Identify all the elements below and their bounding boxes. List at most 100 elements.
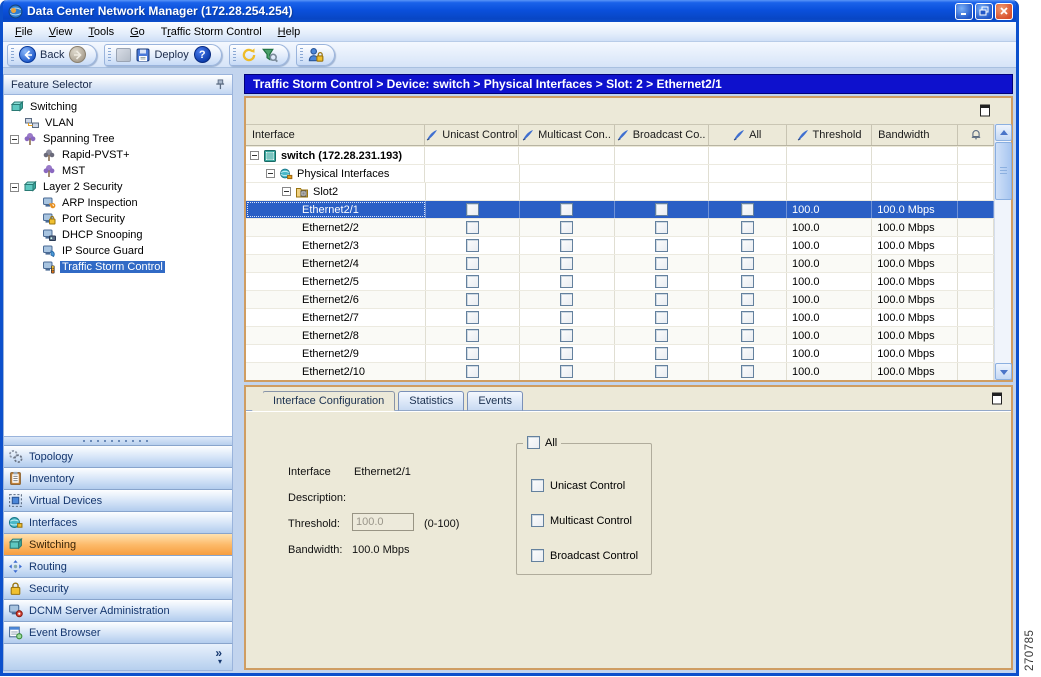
tree-expander[interactable] [10, 134, 19, 144]
multicast-checkbox[interactable] [560, 329, 574, 342]
threshold-input[interactable] [352, 513, 414, 531]
maximize-detail-panel-icon[interactable] [991, 392, 1003, 405]
help-button[interactable]: ? [193, 46, 211, 63]
all-checkbox[interactable] [740, 347, 754, 360]
unicast-checkbox[interactable] [465, 203, 479, 216]
restore-button[interactable] [975, 2, 993, 20]
panel-splitter[interactable] [3, 437, 233, 445]
all-checkbox[interactable] [740, 275, 754, 288]
menu-help[interactable]: Help [270, 24, 309, 40]
table-scrollbar[interactable] [994, 124, 1012, 380]
multicast-checkbox[interactable] [560, 347, 574, 360]
feature-tree-item-traffic-storm-control[interactable]: Traffic Storm Control [4, 259, 232, 275]
interface-row-ethernet2-2[interactable]: Ethernet2/2 100.0 100.0 Mbps [246, 219, 994, 237]
unicast-checkbox[interactable] [465, 329, 479, 342]
column-header-threshold[interactable]: Threshold [787, 125, 873, 145]
nav-item-switching[interactable]: Switching [4, 533, 232, 555]
interface-row-ethernet2-8[interactable]: Ethernet2/8 100.0 100.0 Mbps [246, 327, 994, 345]
feature-tree-item-ip-source-guard[interactable]: IP Source Guard [4, 243, 232, 259]
nav-item-inventory[interactable]: Inventory [4, 467, 232, 489]
close-button[interactable] [995, 2, 1013, 20]
broadcast-checkbox[interactable] [654, 365, 668, 378]
all-checkbox[interactable] [740, 365, 754, 378]
unicast-checkbox[interactable] [465, 293, 479, 306]
column-header-broadcast-co[interactable]: Broadcast Co.. [615, 125, 709, 145]
all-checkbox[interactable] [740, 203, 754, 216]
multicast-control-checkbox[interactable] [531, 514, 544, 527]
table-tree-row[interactable]: Physical Interfaces [246, 165, 994, 183]
toolbar-grip[interactable] [232, 47, 236, 62]
all-checkbox[interactable] [740, 257, 754, 270]
scroll-up-button[interactable] [995, 124, 1012, 141]
all-checkbox[interactable] [527, 436, 540, 449]
nav-item-dcnm-server-administration[interactable]: DCNM Server Administration [4, 599, 232, 621]
feature-tree-item-mst[interactable]: MST [4, 163, 232, 179]
unicast-checkbox[interactable] [465, 347, 479, 360]
tree-expander[interactable] [282, 187, 291, 196]
user-lock-icon[interactable] [308, 47, 324, 63]
interface-row-ethernet2-3[interactable]: Ethernet2/3 100.0 100.0 Mbps [246, 237, 994, 255]
multicast-checkbox[interactable] [560, 311, 574, 324]
interface-row-ethernet2-5[interactable]: Ethernet2/5 100.0 100.0 Mbps [246, 273, 994, 291]
nav-item-interfaces[interactable]: Interfaces [4, 511, 232, 533]
unicast-checkbox[interactable] [465, 257, 479, 270]
forward-button[interactable] [69, 46, 87, 63]
broadcast-checkbox[interactable] [654, 329, 668, 342]
all-checkbox[interactable] [740, 329, 754, 342]
nav-item-security[interactable]: Security [4, 577, 232, 599]
tree-expander[interactable] [250, 151, 259, 160]
nav-item-event-browser[interactable]: Event Browser [4, 621, 232, 643]
feature-tree-item-rapid-pvst[interactable]: Rapid-PVST+ [4, 147, 232, 163]
menu-traffic-storm-control[interactable]: Traffic Storm Control [153, 24, 270, 40]
all-checkbox[interactable] [740, 239, 754, 252]
column-header-bandwidth[interactable]: Bandwidth [872, 125, 959, 145]
tree-expander[interactable] [266, 169, 275, 178]
interface-row-ethernet2-4[interactable]: Ethernet2/4 100.0 100.0 Mbps [246, 255, 994, 273]
minimize-button[interactable] [955, 2, 973, 20]
column-header-multicast-con[interactable]: Multicast Con.. [519, 125, 615, 145]
menu-go[interactable]: Go [122, 24, 153, 40]
tab-statistics[interactable]: Statistics [398, 391, 465, 411]
broadcast-checkbox[interactable] [654, 347, 668, 360]
filter-icon[interactable] [261, 47, 278, 63]
all-checkbox[interactable] [740, 293, 754, 306]
broadcast-checkbox[interactable] [654, 275, 668, 288]
back-button[interactable]: Back [19, 46, 64, 63]
deploy-button[interactable]: Deploy [136, 48, 189, 62]
maximize-panel-icon[interactable] [979, 104, 991, 117]
nav-item-topology[interactable]: Topology [4, 445, 232, 467]
unicast-checkbox[interactable] [465, 311, 479, 324]
feature-tree-item-port-security[interactable]: Port Security [4, 211, 232, 227]
broadcast-checkbox[interactable] [654, 257, 668, 270]
tab-events[interactable]: Events [467, 391, 523, 411]
toolbar-grip[interactable] [11, 47, 14, 62]
feature-tree-item-spanning-tree[interactable]: Spanning Tree [4, 131, 232, 147]
column-header-alarm[interactable] [958, 125, 994, 145]
nav-item-virtual-devices[interactable]: Virtual Devices [4, 489, 232, 511]
unicast-checkbox[interactable] [465, 239, 479, 252]
nav-item-routing[interactable]: Routing [4, 555, 232, 577]
feature-tree-item-vlan[interactable]: VLAN [4, 115, 232, 131]
multicast-checkbox[interactable] [560, 293, 574, 306]
multicast-checkbox[interactable] [560, 365, 574, 378]
multicast-checkbox[interactable] [560, 221, 574, 234]
pin-icon[interactable] [214, 79, 225, 90]
multicast-checkbox[interactable] [560, 239, 574, 252]
interface-row-ethernet2-1[interactable]: Ethernet2/1 100.0 100.0 Mbps [246, 201, 994, 219]
scroll-thumb[interactable] [995, 142, 1012, 200]
multicast-checkbox[interactable] [560, 203, 574, 216]
menu-file[interactable]: File [7, 24, 41, 40]
refresh-icon[interactable] [241, 47, 257, 63]
all-checkbox[interactable] [740, 311, 754, 324]
broadcast-checkbox[interactable] [654, 221, 668, 234]
unicast-checkbox[interactable] [465, 275, 479, 288]
broadcast-checkbox[interactable] [654, 293, 668, 306]
broadcast-control-checkbox[interactable] [531, 549, 544, 562]
feature-tree-item-dhcp-snooping[interactable]: DHCP Snooping [4, 227, 232, 243]
feature-tree-item-layer-2-security[interactable]: Layer 2 Security [4, 179, 232, 195]
column-header-interface[interactable]: Interface [246, 125, 426, 145]
toolbar-grip[interactable] [299, 47, 303, 62]
menu-view[interactable]: View [41, 24, 81, 40]
feature-tree-item-arp-inspection[interactable]: ARP Inspection [4, 195, 232, 211]
interface-row-ethernet2-10[interactable]: Ethernet2/10 100.0 100.0 Mbps [246, 363, 994, 380]
